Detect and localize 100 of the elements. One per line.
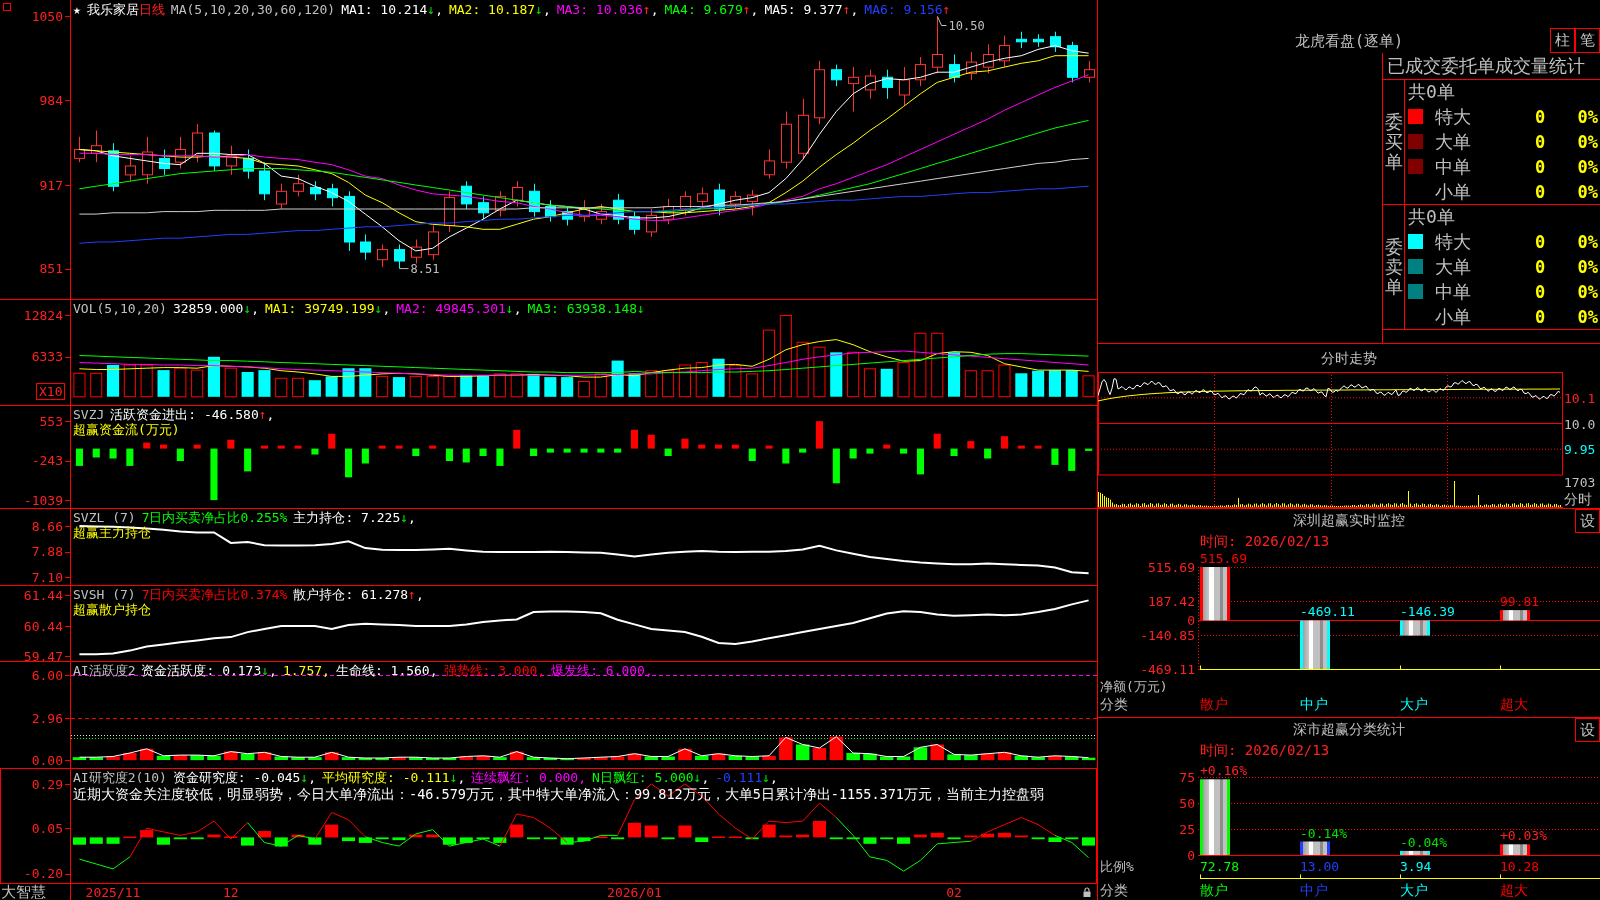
candlestick: [461, 180, 472, 210]
fund-flow-bar: [160, 444, 168, 449]
candlestick: [1067, 41, 1078, 83]
fund-flow-bar: [143, 442, 151, 449]
volume-bar: [477, 375, 490, 397]
activity-bar: [224, 751, 238, 761]
research-bar: [1031, 837, 1045, 840]
bar-value-label: 13.00: [1300, 859, 1340, 874]
order-share: 0%: [1576, 105, 1599, 128]
candlestick: [478, 195, 489, 220]
candlestick: [999, 35, 1010, 68]
indicator-name: SVZJ: [73, 407, 105, 422]
fund-flow-bar: [900, 448, 908, 454]
activity-bar: [325, 752, 339, 761]
view-toggle-button[interactable]: 笔: [1575, 28, 1600, 53]
volume-bar: [207, 356, 220, 397]
price-scale-label: 9.95: [1564, 442, 1596, 456]
research-bar: [342, 837, 356, 842]
volume-bar: [746, 373, 759, 398]
research-bar: [442, 837, 456, 845]
order-size-label: 小单: [1435, 180, 1472, 203]
candlestick: [562, 206, 573, 226]
period-label: 分时: [1564, 491, 1592, 507]
axis-label: 50: [1179, 795, 1195, 811]
axis-title: 比例%: [1100, 859, 1134, 874]
chart-bar: [1400, 620, 1430, 636]
view-toggle-button[interactable]: 柱: [1550, 28, 1575, 53]
volume-bar: [712, 358, 725, 397]
candlestick: [1016, 31, 1027, 49]
research-bar: [308, 837, 322, 845]
research-bar: [89, 837, 103, 844]
fund-flow-bar: [260, 445, 268, 449]
activity-bar: [980, 753, 995, 761]
order-count: 0: [1535, 255, 1547, 278]
activity-bar: [123, 753, 137, 761]
fund-flow-bar: [664, 448, 672, 456]
research-bar: [510, 824, 524, 838]
activity-bar: [1081, 757, 1096, 761]
settings-button[interactable]: 设: [1575, 509, 1600, 533]
research-bar: [409, 834, 423, 838]
annotation: 10.50: [948, 18, 985, 33]
research-bar: [930, 832, 944, 838]
fund-flow-bar: [496, 448, 504, 466]
date-label: 2025/11: [85, 884, 141, 900]
candlestick: [966, 51, 977, 81]
axis-label: -140.85: [1140, 627, 1195, 643]
candlestick: [1084, 60, 1095, 83]
volume-bar: [157, 370, 170, 397]
indicator-caption: 超赢主力持仓: [73, 525, 151, 540]
activity-bar: [560, 758, 574, 761]
activity-bar: [695, 755, 709, 760]
fund-flow-bar: [1068, 448, 1076, 471]
research-bar: [358, 837, 372, 843]
research-bar: [695, 837, 709, 842]
candlestick: [1033, 33, 1044, 48]
indicator-name: AI研究度2(10): [73, 770, 167, 785]
activity-bar: [257, 752, 272, 761]
activity-bar: [795, 744, 810, 761]
research-bar: [661, 837, 675, 840]
settings-button[interactable]: 设: [1575, 718, 1600, 742]
research-bar: [863, 837, 877, 844]
fund-flow-bar: [1085, 448, 1093, 451]
activity-bar: [812, 748, 827, 760]
research-bar: [1048, 837, 1062, 842]
fund-flow-bar: [967, 441, 975, 449]
indicator-caption: 超赢散户持仓: [73, 601, 151, 617]
activity-bar: [425, 758, 440, 761]
axis-label: 61.44: [23, 587, 63, 603]
order-size-label: 特大: [1435, 105, 1472, 128]
axis-label: 7.88: [31, 544, 63, 560]
axis-label: 0.05: [31, 820, 63, 836]
activity-bar: [207, 755, 221, 760]
volume-bar: [241, 372, 254, 397]
timestamp: 时间: 2026/02/13: [1199, 742, 1331, 758]
research-bar: [493, 837, 507, 843]
candlestick: [209, 130, 220, 172]
axis-title: 分类: [1100, 882, 1128, 898]
indicator-name: VOL(5,10,20): [73, 301, 167, 316]
volume-bar: [426, 375, 439, 398]
fund-flow-bar: [832, 448, 840, 484]
research-bar: [459, 837, 473, 843]
high-price-label: 10.50: [937, 16, 985, 33]
axis-label: 2.96: [31, 710, 63, 726]
fund-flow-bar: [513, 429, 521, 449]
axis-label: 7.10: [31, 569, 63, 585]
timestamp: 时间: 2026/02/13: [1199, 533, 1331, 549]
candlestick: [646, 208, 657, 238]
fund-flow-bar: [311, 448, 319, 455]
research-bar: [846, 837, 860, 840]
research-bar: [140, 830, 154, 838]
volume-bar: [1065, 370, 1078, 397]
candlestick: [428, 225, 439, 261]
order-share: 0%: [1576, 155, 1599, 178]
fund-flow-bar: [479, 448, 487, 456]
indicator-readout: MA1: 10.214↓,: [341, 2, 443, 17]
activity-bar: [863, 753, 877, 761]
category-label: 超大: [1500, 882, 1528, 898]
fund-flow-bar: [294, 445, 302, 449]
fund-flow-bar: [1051, 448, 1059, 465]
activity-bar: [291, 757, 305, 760]
